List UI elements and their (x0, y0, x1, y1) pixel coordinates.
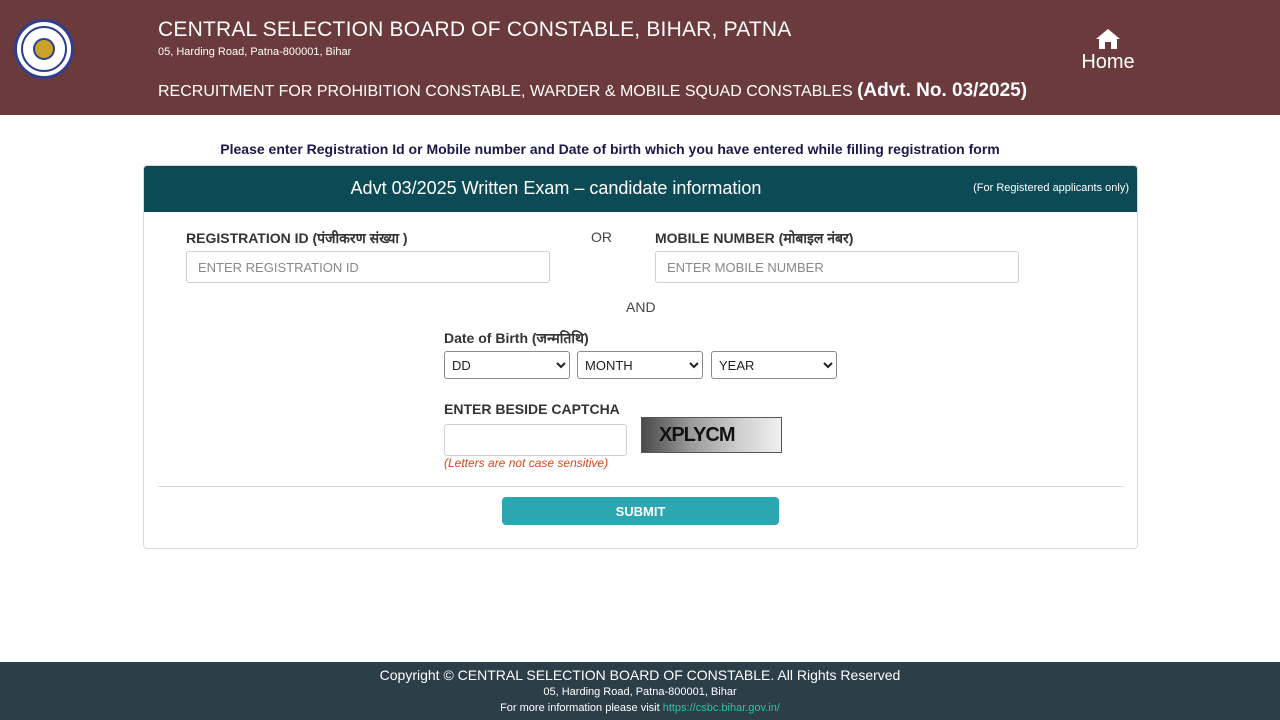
logo-emblem (21, 26, 67, 72)
form-note: (For Registered applicants only) (973, 182, 1129, 194)
recruitment-heading: RECRUITMENT FOR PROHIBITION CONSTABLE, W… (158, 80, 1027, 102)
candidate-form-card: Advt 03/2025 Written Exam – candidate in… (143, 165, 1138, 549)
footer-info-text: For more information please visit (500, 702, 660, 714)
site-address: 05, Harding Road, Patna-800001, Bihar (158, 46, 352, 58)
recruitment-text: RECRUITMENT FOR PROHIBITION CONSTABLE, W… (158, 83, 853, 100)
instruction-text: Please enter Registration Id or Mobile n… (220, 141, 1000, 157)
or-separator: OR (591, 229, 612, 245)
form-title: Advt 03/2025 Written Exam – candidate in… (350, 178, 762, 198)
form-divider (158, 486, 1124, 487)
site-header: CENTRAL SELECTION BOARD OF CONSTABLE, BI… (0, 0, 1280, 115)
site-title: CENTRAL SELECTION BOARD OF CONSTABLE, BI… (158, 18, 792, 41)
registration-label: REGISTRATION ID (पंजीकरण संख्या ) (186, 230, 408, 246)
captcha-image: XPLYCM (641, 417, 782, 453)
and-separator: AND (626, 299, 656, 315)
footer-copyright: Copyright © CENTRAL SELECTION BOARD OF C… (379, 667, 901, 683)
logo-core (33, 38, 55, 60)
csbc-logo (14, 19, 74, 79)
home-link[interactable]: Home (1076, 28, 1140, 74)
advt-number: (Advt. No. 03/2025) (857, 80, 1028, 101)
dob-year-select[interactable]: YEAR (711, 351, 837, 379)
submit-button[interactable]: SUBMIT (502, 497, 779, 525)
mobile-label: MOBILE NUMBER (मोबाइल नंबर) (655, 230, 854, 246)
mobile-number-input[interactable] (655, 251, 1019, 283)
captcha-input[interactable] (444, 424, 627, 456)
registration-id-input[interactable] (186, 251, 550, 283)
form-header: Advt 03/2025 Written Exam – candidate in… (144, 166, 1137, 212)
dob-month-select[interactable]: MONTH (577, 351, 703, 379)
home-label: Home (1081, 51, 1135, 73)
captcha-label: ENTER BESIDE CAPTCHA (444, 401, 620, 417)
footer-info: For more information please visit https:… (0, 702, 1280, 714)
footer-website-link[interactable]: https://csbc.bihar.gov.in/ (663, 702, 780, 714)
footer-address: 05, Harding Road, Patna-800001, Bihar (543, 686, 737, 698)
captcha-hint: (Letters are not case sensitive) (444, 456, 609, 470)
dob-day-select[interactable]: DD (444, 351, 570, 379)
home-icon (1096, 29, 1120, 49)
dob-label: Date of Birth (जन्मतिथि) (444, 330, 589, 346)
site-footer: Copyright © CENTRAL SELECTION BOARD OF C… (0, 662, 1280, 720)
